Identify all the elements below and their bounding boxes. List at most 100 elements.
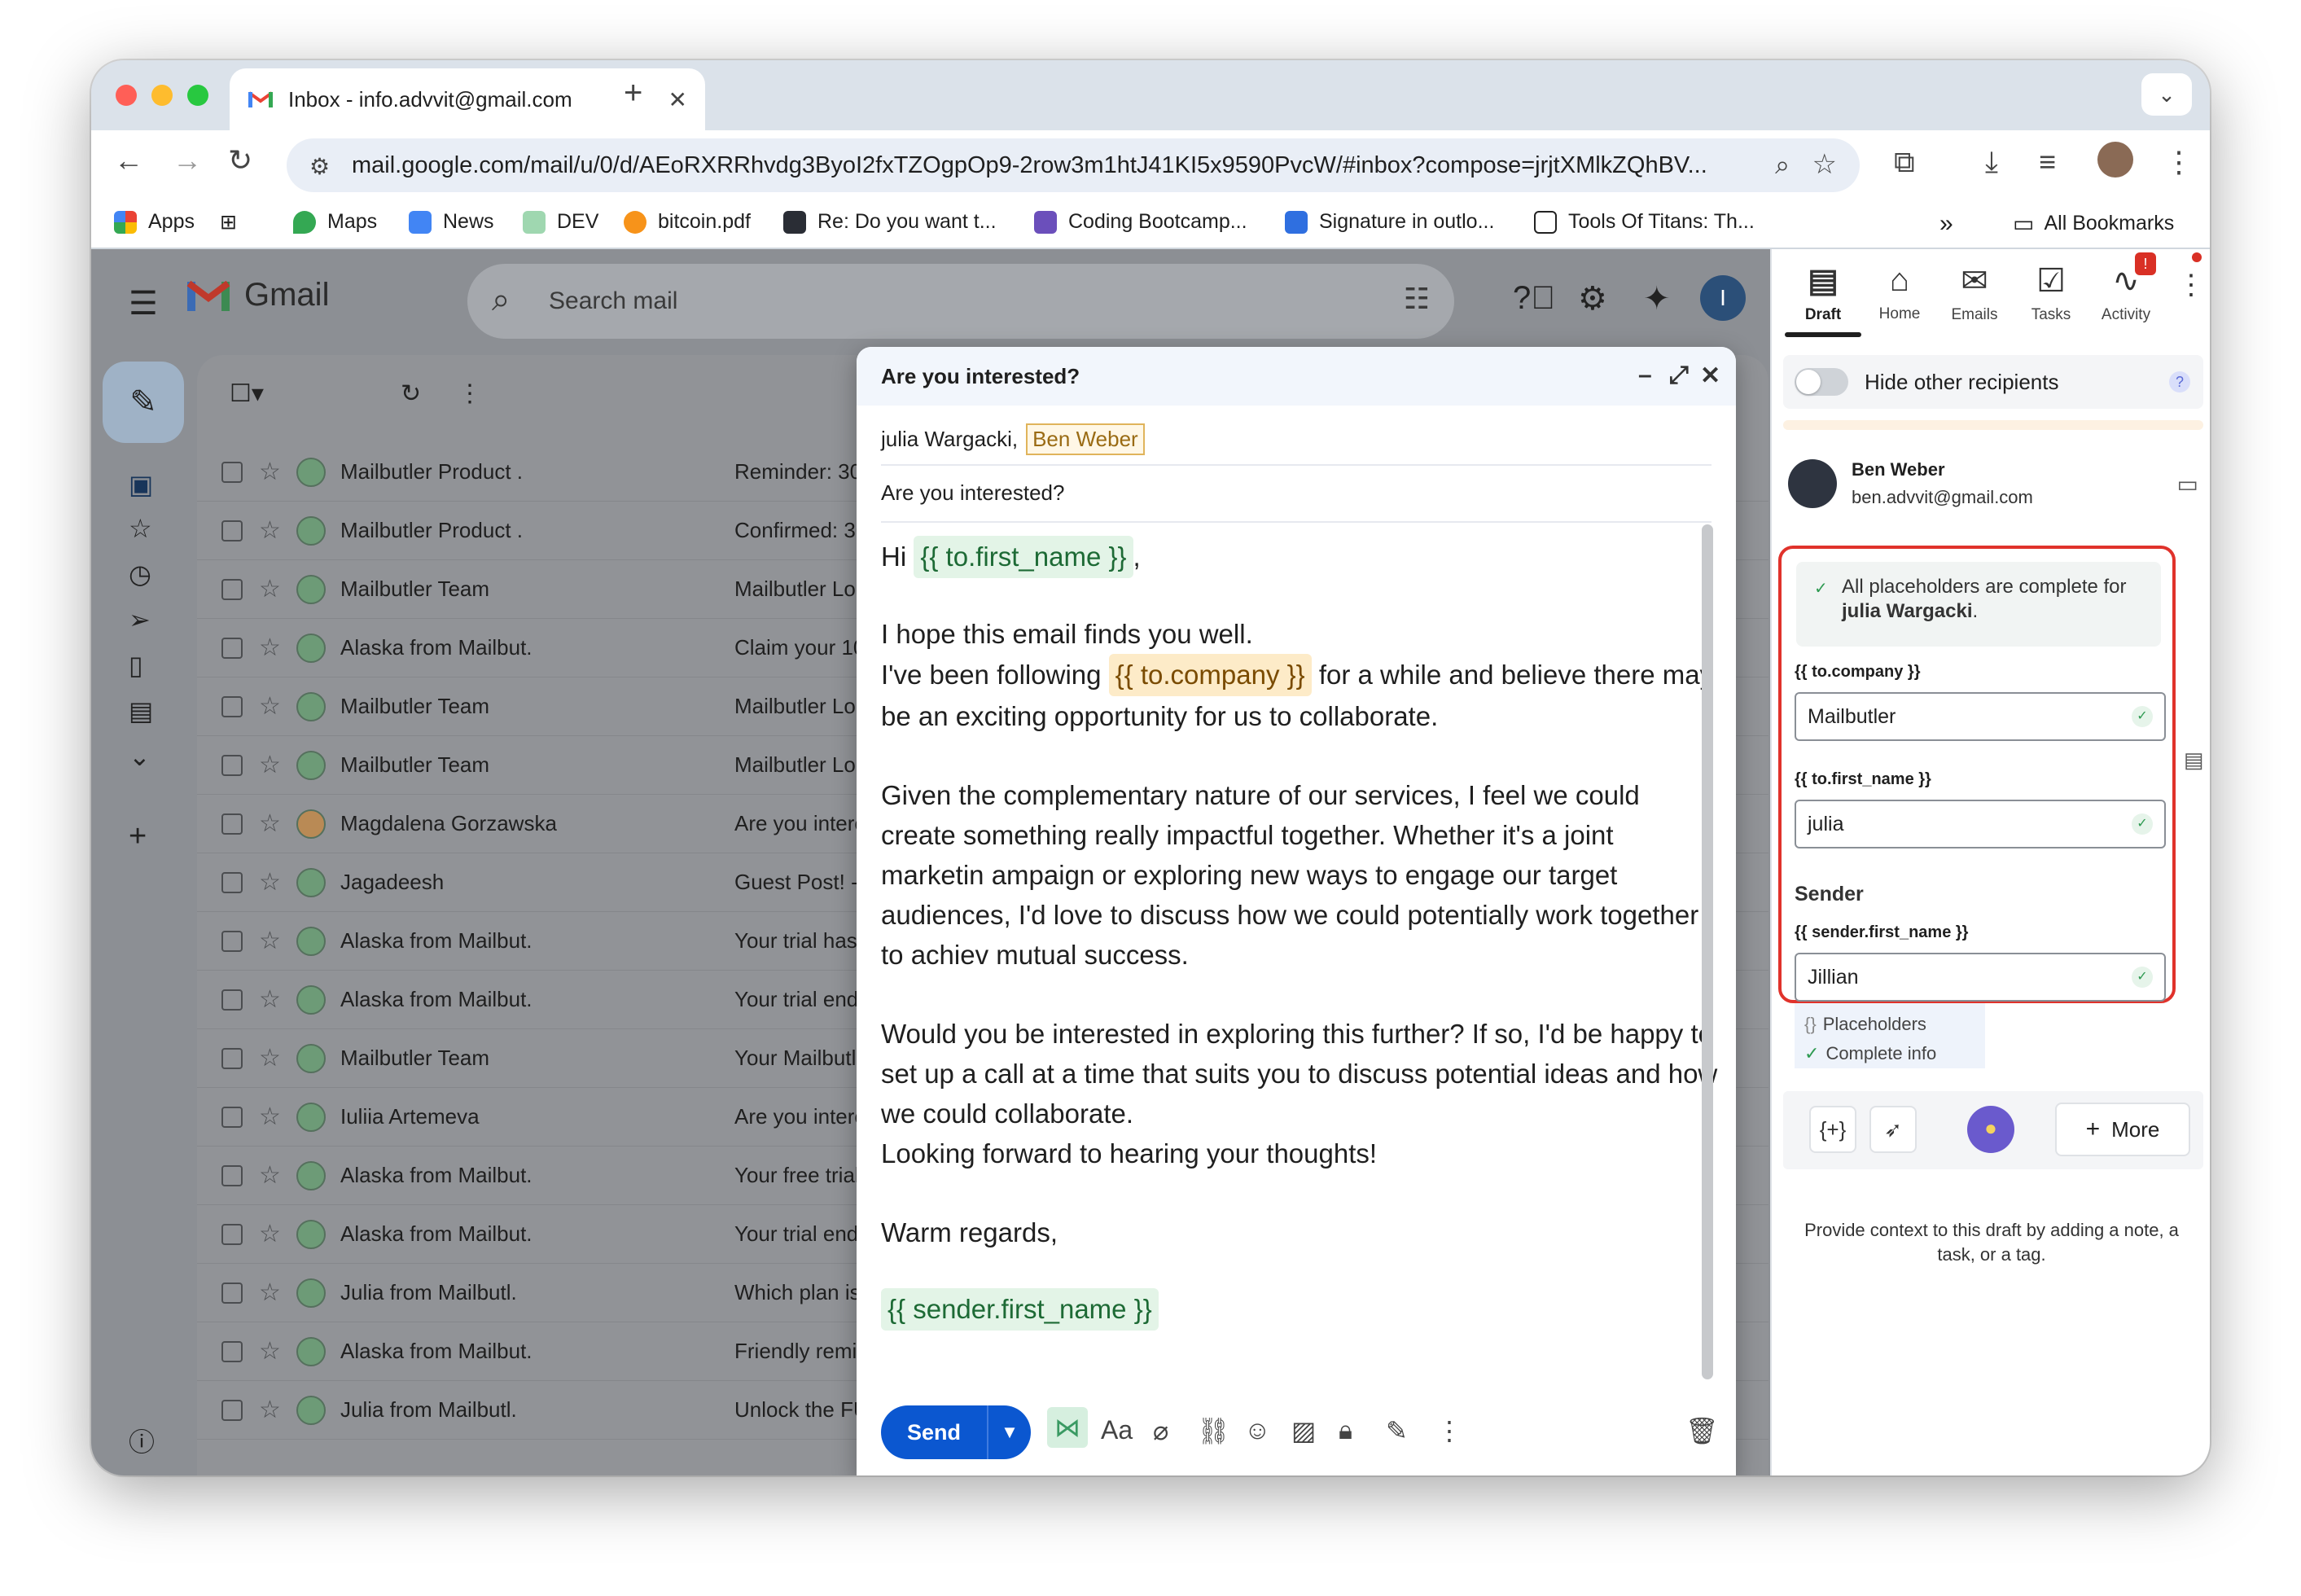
row-checkbox[interactable] bbox=[221, 637, 243, 659]
bookmark-star-icon[interactable]: ☆ bbox=[1812, 148, 1837, 181]
starred-icon[interactable]: ☆ bbox=[129, 513, 152, 544]
pop-out-icon[interactable]: ⤢ bbox=[1669, 362, 1689, 389]
recipient-chip-ben[interactable]: Ben Weber bbox=[1026, 423, 1145, 455]
reload-icon[interactable]: ↻ bbox=[228, 143, 252, 178]
help-icon[interactable]: ?⃝ bbox=[1513, 280, 1555, 317]
row-checkbox[interactable] bbox=[221, 578, 243, 600]
row-checkbox[interactable] bbox=[221, 1399, 243, 1421]
gmail-logo[interactable]: Gmail bbox=[186, 277, 329, 314]
select-all-checkbox[interactable]: ☐▾ bbox=[230, 379, 264, 408]
profile-avatar[interactable] bbox=[2097, 142, 2133, 178]
sender-name-input[interactable]: Jillian ✓ bbox=[1795, 953, 2166, 1002]
link-icon[interactable]: ⛓ bbox=[1197, 1415, 1230, 1446]
back-icon[interactable]: ← bbox=[114, 143, 143, 178]
body-scrollbar[interactable] bbox=[1702, 524, 1713, 1379]
row-checkbox[interactable] bbox=[221, 754, 243, 776]
mailbutler-icon[interactable]: ⋈ bbox=[1047, 1407, 1088, 1448]
address-bar[interactable]: ⚙ mail.google.com/mail/u/0/d/AEoRXRRhvdg… bbox=[287, 138, 1860, 192]
forward-icon[interactable]: → bbox=[173, 143, 202, 178]
star-icon[interactable]: ☆ bbox=[259, 1278, 281, 1307]
message-body[interactable]: Hi {{ to.first_name }}, I hope this emai… bbox=[881, 536, 1720, 1331]
filter-options-icon[interactable]: ☷ bbox=[1404, 282, 1430, 316]
insert-photo-icon[interactable]: ▨ bbox=[1291, 1415, 1316, 1446]
star-icon[interactable]: ☆ bbox=[259, 1044, 281, 1072]
minimize-icon[interactable]: – bbox=[1638, 362, 1652, 389]
zoom-icon[interactable]: ⌕ bbox=[1775, 150, 1790, 181]
compose-header[interactable]: Are you interested? – ⤢ ✕ bbox=[857, 347, 1736, 406]
star-icon[interactable]: ☆ bbox=[259, 458, 281, 486]
bookmark-re-do-you-want[interactable]: Re: Do you want t... bbox=[783, 210, 997, 234]
discard-trash-icon[interactable]: 🗑︎ bbox=[1685, 1415, 1719, 1446]
contact-card-icon[interactable]: ▭ bbox=[2177, 471, 2198, 498]
all-bookmarks[interactable]: ▭ All Bookmarks bbox=[2013, 210, 2174, 237]
tab-emails[interactable]: ✉ Emails bbox=[1938, 262, 2011, 324]
row-checkbox[interactable] bbox=[221, 1282, 243, 1304]
bookmark-news[interactable]: News bbox=[409, 210, 494, 234]
snoozed-clock-icon[interactable]: ◷ bbox=[129, 559, 151, 590]
download-icon[interactable]: ⤓ bbox=[1985, 145, 1998, 180]
browser-menu-icon[interactable]: ⋮ bbox=[2164, 145, 2194, 179]
row-checkbox[interactable] bbox=[221, 1223, 243, 1245]
row-checkbox[interactable] bbox=[221, 1340, 243, 1362]
drafts-icon[interactable]: ▯ bbox=[129, 650, 143, 681]
extensions-icon[interactable]: ⧉ bbox=[1894, 145, 1915, 180]
bookmark-bitcoin[interactable]: bitcoin.pdf bbox=[624, 210, 751, 234]
send-button[interactable]: Send ▼ bbox=[881, 1405, 1031, 1459]
media-queue-icon[interactable]: ≡ bbox=[2039, 145, 2056, 179]
placeholder-first-name[interactable]: {{ to.first_name }} bbox=[914, 536, 1133, 578]
search-input[interactable]: ⌕ Search mail ☷ bbox=[467, 264, 1454, 339]
bookmark-apps[interactable]: Apps bbox=[114, 210, 195, 234]
row-checkbox[interactable] bbox=[221, 871, 243, 893]
row-checkbox[interactable] bbox=[221, 813, 243, 835]
account-avatar[interactable]: I bbox=[1700, 275, 1746, 321]
site-settings-icon[interactable]: ⚙ bbox=[309, 153, 330, 180]
compose-button[interactable]: ✎ bbox=[103, 362, 184, 443]
clipboard-icon[interactable]: ▤ bbox=[129, 695, 153, 726]
list-more-icon[interactable]: ⋮ bbox=[458, 379, 482, 408]
info-icon[interactable]: ⓘ bbox=[129, 1422, 155, 1459]
tab-search-chevron-icon[interactable]: ⌄ bbox=[2141, 73, 2192, 116]
bookmark-tools-of-titans[interactable]: Tools Of Titans: Th... bbox=[1534, 210, 1755, 234]
attach-icon[interactable]: ⌀ bbox=[1153, 1415, 1168, 1446]
gemini-sparkle-icon[interactable]: ✦ bbox=[1643, 280, 1671, 318]
emoji-icon[interactable]: ☺ bbox=[1244, 1415, 1271, 1445]
star-icon[interactable]: ☆ bbox=[259, 516, 281, 545]
placeholder-company[interactable]: {{ to.company }} bbox=[1108, 654, 1312, 696]
star-icon[interactable]: ☆ bbox=[259, 1220, 281, 1248]
more-button[interactable]: + More bbox=[2055, 1103, 2190, 1156]
close-compose-icon[interactable]: ✕ bbox=[1700, 362, 1720, 390]
more-bookmarks-icon[interactable]: » bbox=[1939, 210, 1953, 238]
star-icon[interactable]: ☆ bbox=[259, 1103, 281, 1131]
tab-tasks[interactable]: ☑ Tasks bbox=[2014, 262, 2088, 324]
recipients-field[interactable]: julia Wargacki, Ben Weber bbox=[881, 423, 1145, 455]
minimize-window-button[interactable] bbox=[151, 85, 173, 106]
settings-gear-icon[interactable]: ⚙ bbox=[1578, 280, 1607, 318]
star-icon[interactable]: ☆ bbox=[259, 985, 281, 1014]
bookmark-dev[interactable]: DEV bbox=[523, 210, 598, 234]
sent-icon[interactable]: ➢ bbox=[129, 604, 151, 635]
search-icon[interactable]: ⌕ bbox=[492, 282, 510, 318]
row-checkbox[interactable] bbox=[221, 695, 243, 717]
new-tab-icon[interactable]: + bbox=[624, 75, 642, 112]
close-window-button[interactable] bbox=[116, 85, 137, 106]
hide-recipients-toggle[interactable] bbox=[1795, 368, 1848, 396]
row-checkbox[interactable] bbox=[221, 1164, 243, 1186]
star-icon[interactable]: ☆ bbox=[259, 1396, 281, 1424]
star-icon[interactable]: ☆ bbox=[259, 575, 281, 603]
placeholder-sender-name[interactable]: {{ sender.first_name }} bbox=[881, 1288, 1159, 1331]
company-input[interactable]: Mailbutler ✓ bbox=[1795, 692, 2166, 741]
subject-field[interactable]: Are you interested? bbox=[881, 480, 1064, 506]
more-options-icon[interactable]: ⋮ bbox=[1436, 1415, 1462, 1446]
chip-placeholders[interactable]: {} Placeholders bbox=[1804, 1010, 1975, 1039]
row-checkbox[interactable] bbox=[221, 989, 243, 1011]
close-tab-icon[interactable]: ✕ bbox=[668, 86, 687, 113]
row-checkbox[interactable] bbox=[221, 520, 243, 542]
refresh-icon[interactable]: ↻ bbox=[401, 379, 421, 408]
sidebar-menu-icon[interactable]: ⋮ bbox=[2177, 269, 2205, 301]
tab-groups-icon[interactable]: ⊞ bbox=[220, 210, 237, 235]
tab-draft[interactable]: ▤ Draft bbox=[1786, 262, 1860, 324]
star-icon[interactable]: ☆ bbox=[259, 809, 281, 838]
confidential-lock-icon[interactable]: 🔒︎ bbox=[1339, 1415, 1352, 1446]
star-icon[interactable]: ☆ bbox=[259, 692, 281, 721]
row-checkbox[interactable] bbox=[221, 1047, 243, 1069]
